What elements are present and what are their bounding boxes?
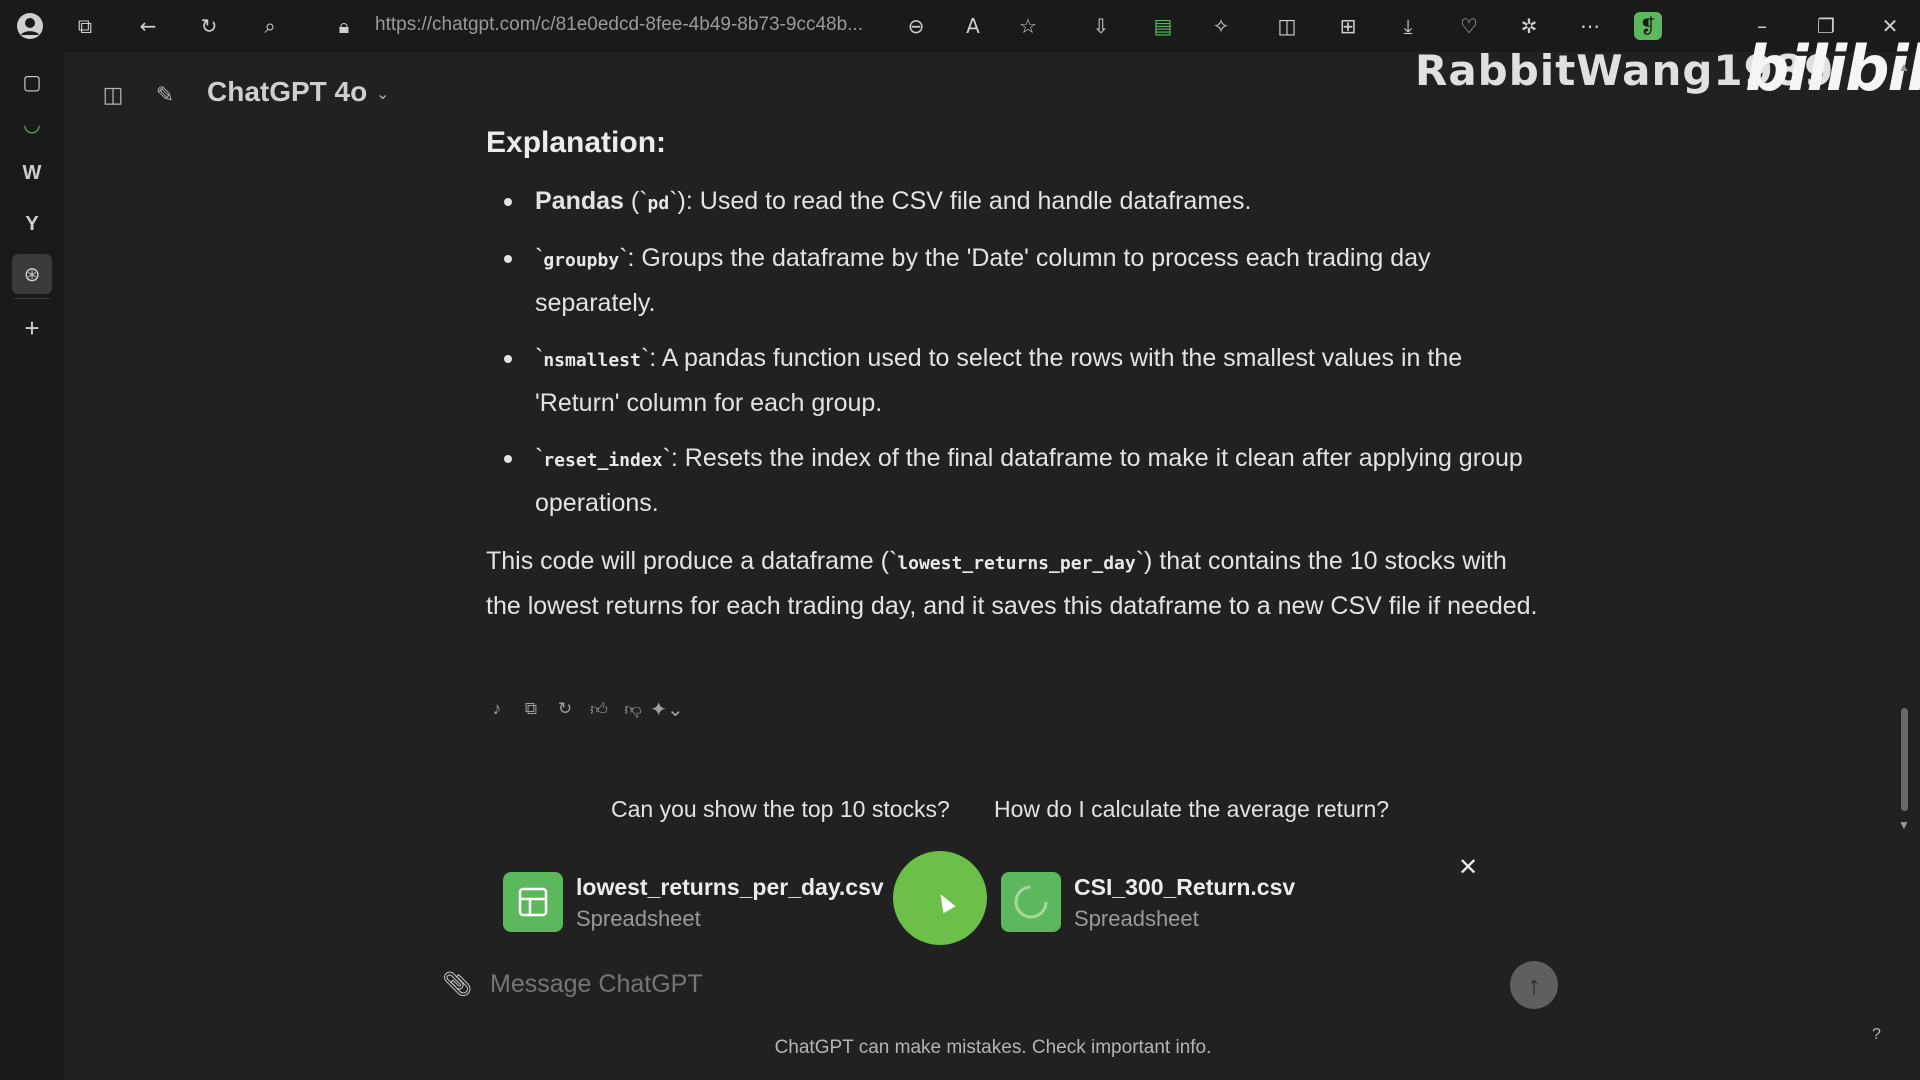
message-heading: Explanation: [486,126,667,159]
paragraph-text: This code will produce a dataframe (` [486,547,898,575]
split-screen-icon[interactable]: ◫ [1273,12,1301,40]
summary-paragraph: This code will produce a dataframe (`low… [486,540,1546,628]
regenerate-icon[interactable]: ↻ [554,698,576,720]
add-icon[interactable]: + [18,313,46,343]
explanation-list: Pandas (`pd`): Used to read the CSV file… [486,180,1546,537]
extension-leaf-icon[interactable]: ❡ [1634,12,1662,40]
thumbs-up-icon[interactable]: 👍︎ [588,698,610,720]
favorite-icon[interactable]: ☆ [1014,12,1042,40]
loading-spinner-icon [1001,872,1061,932]
bilibili-logo: bilibili [1745,32,1920,105]
performance-icon[interactable]: ♡ [1455,12,1483,40]
w-app-icon[interactable]: W [18,159,46,187]
attachment-type: Spreadsheet [1074,906,1199,931]
edge-loading-icon[interactable]: ◡ [18,110,46,138]
sidebar-toggle-icon[interactable]: ◫ [98,80,128,110]
disclaimer-text: ChatGPT can make mistakes. Check importa… [774,1037,1212,1058]
spreadsheet-icon [503,872,563,932]
list-item-text: (` [623,187,648,215]
suggestion-top-10[interactable]: Can you show the top 10 stocks? [611,796,950,823]
message-input[interactable] [490,970,1390,999]
back-icon[interactable]: ← [134,12,162,40]
tabs-icon[interactable]: ⧉ [71,12,99,40]
more-icon[interactable]: ⋯ [1576,12,1604,40]
voice-icon[interactable]: ♪ [486,698,508,720]
list-item-text: `: A pandas function used to select the … [535,344,1463,417]
help-button[interactable]: ? [1872,1026,1881,1044]
extensions-icon[interactable]: ✧ [1207,12,1235,40]
model-selector[interactable]: ChatGPT 4o [207,76,367,108]
scrollbar-thumb[interactable] [1901,708,1908,811]
search-icon[interactable]: ⌕ [256,12,284,40]
list-item-text: `: Groups the dataframe by the 'Date' co… [535,244,1431,317]
browser-toolbar: ⧉ ← ↻ ⌕ 🔒︎ https://chatgpt.com/c/81e0edc… [0,0,1920,52]
printer-icon[interactable]: ▤ [1149,12,1177,40]
inline-code: pd [647,193,670,214]
scroll-up-arrow[interactable]: ▲ [1898,60,1910,74]
attachment-card[interactable]: CSI_300_Return.csv Spreadsheet [1001,870,1341,936]
zoom-out-icon[interactable]: ⊖ [902,12,930,40]
send-button[interactable]: ↑ [1510,961,1558,1009]
attachment-card[interactable]: lowest_returns_per_day.csv Spreadsheet [503,870,884,936]
lock-icon[interactable]: 🔒︎ [330,12,358,40]
thumbs-down-icon[interactable]: 👎︎ [622,698,644,720]
list-item-text: `): Used to read the CSV file and handle… [669,187,1252,215]
collections-icon[interactable]: ⊞ [1334,12,1362,40]
new-chat-icon[interactable]: ✎ [150,80,180,110]
sidebar-pages-icon[interactable]: ▢ [18,68,46,96]
inline-code: reset_index [543,450,663,471]
list-item: `nsmallest`: A pandas function used to s… [486,337,1546,425]
y-app-icon[interactable]: Y [18,210,46,238]
downloads-icon[interactable]: ⤓ [1394,12,1422,40]
address-bar[interactable]: https://chatgpt.com/c/81e0edcd-8fee-4b49… [375,14,863,36]
list-item: Pandas (`pd`): Used to read the CSV file… [486,180,1546,225]
edge-sidebar: ▢ ◡ W Y ⊛ + [0,52,64,1080]
attachment-name: lowest_returns_per_day.csv [576,874,884,900]
copilot-icon[interactable]: ✲ [1515,12,1543,40]
chevron-down-icon[interactable]: ⌄ [376,84,389,104]
list-item-text: `: Resets the index of the final datafra… [535,444,1523,517]
suggestion-average-return[interactable]: How do I calculate the average return? [994,796,1389,823]
remove-attachment-icon[interactable]: ✕ [1458,853,1478,882]
paperclip-icon[interactable]: 📎︎ [442,970,472,999]
inline-code: groupby [543,250,620,271]
attachment-type: Spreadsheet [576,906,701,931]
message-actions: ♪ ⧉ ↻ 👍︎ 👎︎ ✦⌄ [486,698,684,721]
profile-icon[interactable] [16,12,44,40]
read-aloud-icon[interactable]: A [959,12,987,40]
copy-icon[interactable]: ⧉ [520,698,542,720]
rail-divider [14,298,50,299]
scroll-down-arrow[interactable]: ▼ [1898,818,1910,832]
inline-code: nsmallest [543,350,641,371]
attachment-name: CSI_300_Return.csv [1074,874,1296,900]
chatgpt-app-icon[interactable]: ⊛ [12,254,52,294]
reload-icon[interactable]: ↻ [195,12,223,40]
inline-code: lowest_returns_per_day [897,553,1136,574]
list-item: `groupby`: Groups the dataframe by the '… [486,237,1546,325]
download-icon[interactable]: ⇩ [1087,12,1115,40]
sparkle-icon[interactable]: ✦⌄ [650,698,684,721]
list-item: `reset_index`: Resets the index of the f… [486,437,1546,525]
list-item-bold: Pandas [535,187,624,215]
